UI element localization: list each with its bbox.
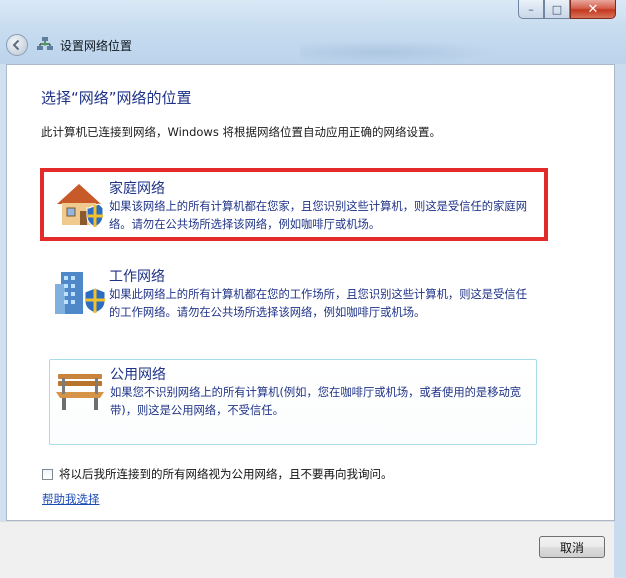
option-description: 如果您不识别网络上的所有计算机(例如，您在咖啡厅或机场，或者使用的是移动宽带)，… bbox=[110, 386, 522, 417]
network-icon bbox=[37, 37, 53, 50]
window-controls: – □ ✕ bbox=[518, 0, 616, 19]
house-shield-icon bbox=[57, 184, 104, 228]
park-bench-icon bbox=[56, 374, 104, 410]
help-me-choose-link[interactable]: 帮助我选择 bbox=[42, 491, 100, 507]
close-button[interactable]: ✕ bbox=[570, 0, 616, 19]
option-description: 如果此网络上的所有计算机都在您的工作场所，且您识别这些计算机，则这是受信任的工作… bbox=[109, 288, 527, 319]
page-heading: 选择“网络”网络的位置 bbox=[41, 89, 192, 107]
button-bar bbox=[0, 521, 614, 578]
window-edge bbox=[614, 64, 626, 577]
option-title: 工作网络 bbox=[109, 269, 165, 285]
title-bar: – □ ✕ 设置网络位置 bbox=[0, 0, 626, 64]
cancel-button[interactable]: 取消 bbox=[539, 536, 605, 558]
option-title: 家庭网络 bbox=[109, 181, 165, 197]
option-description: 如果该网络上的所有计算机都在您家，且您识别这些计算机，则这是受信任的家庭网络。请… bbox=[109, 200, 527, 231]
content-panel: 选择“网络”网络的位置 此计算机已连接到网络，Windows 将根据网络位置自动… bbox=[6, 64, 615, 521]
page-description: 此计算机已连接到网络，Windows 将根据网络位置自动应用正确的网络设置。 bbox=[41, 125, 441, 139]
treat-all-public-option[interactable]: 将以后我所连接到的所有网络视为公用网络，且不要再向我询问。 bbox=[42, 466, 393, 482]
office-building-shield-icon bbox=[55, 272, 106, 314]
back-arrow-icon bbox=[12, 39, 20, 51]
minimize-button[interactable]: – bbox=[518, 0, 544, 19]
back-button[interactable] bbox=[6, 34, 28, 56]
treat-all-public-checkbox[interactable] bbox=[42, 468, 53, 480]
window-title: 设置网络位置 bbox=[60, 39, 133, 53]
option-title: 公用网络 bbox=[110, 367, 166, 383]
maximize-button[interactable]: □ bbox=[544, 0, 570, 19]
option-public-network[interactable]: 公用网络 如果您不识别网络上的所有计算机(例如，您在咖啡厅或机场，或者使用的是移… bbox=[49, 359, 537, 445]
option-home-network[interactable]: 家庭网络 如果该网络上的所有计算机都在您家，且您识别这些计算机，则这是受信任的家… bbox=[49, 174, 537, 260]
option-work-network[interactable]: 工作网络 如果此网络上的所有计算机都在您的工作场所，且您识别这些计算机，则这是受… bbox=[49, 262, 537, 348]
checkbox-label: 将以后我所连接到的所有网络视为公用网络，且不要再向我询问。 bbox=[59, 467, 393, 481]
titlebar-glass-decoration bbox=[300, 40, 500, 64]
